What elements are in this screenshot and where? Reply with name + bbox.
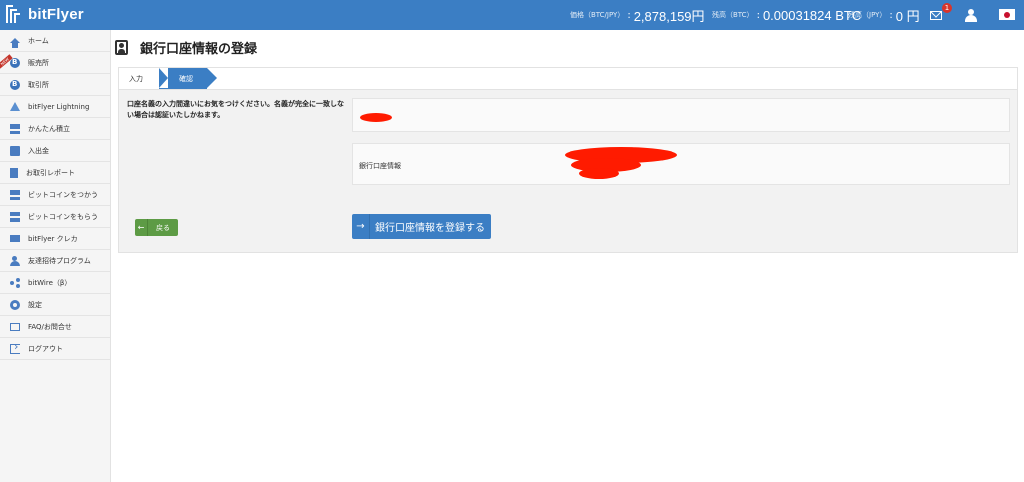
sidebar-item-label: ログアウト xyxy=(28,344,63,353)
bitcoin-icon xyxy=(10,57,20,68)
bank-info-label: 銀行口座情報 xyxy=(359,162,401,170)
sidebar-item-label: FAQ/お問合せ xyxy=(28,322,72,331)
bitflyer-logo-icon xyxy=(6,5,24,23)
sidebar-item-savings[interactable]: かんたん積立 xyxy=(0,118,110,140)
savings-icon xyxy=(10,123,20,134)
notification-badge: 1 xyxy=(942,3,952,13)
btc-balance-separator: : xyxy=(756,9,760,21)
arrow-right-icon: → xyxy=(352,214,370,239)
bank-info-field: 銀行口座情報 xyxy=(352,143,1010,185)
sidebar-item-label: bitWire（β） xyxy=(28,278,72,287)
lightning-icon xyxy=(10,102,20,111)
sidebar-item-home[interactable]: ホーム xyxy=(0,30,110,52)
japan-flag-icon[interactable] xyxy=(999,9,1015,20)
sidebar-item-label: 設定 xyxy=(28,300,42,309)
step-confirm-active: 確認 xyxy=(159,68,217,89)
name-warning-notice: 口座名義の入力間違いにお気をつけください。名義が完全に一致しない場合は認証いたし… xyxy=(127,100,344,119)
credit-card-icon xyxy=(10,235,20,242)
price-separator: : xyxy=(627,9,631,21)
top-header: bitFlyer 価格（BTC/JPY） : 2,878,159円 残高（BTC… xyxy=(0,0,1024,30)
page-title: 銀行口座情報の登録 xyxy=(140,42,258,57)
page-header: 銀行口座情報の登録 xyxy=(115,38,257,57)
sidebar-item-faq[interactable]: FAQ/お問合せ xyxy=(0,316,110,338)
sidebar-item-sales[interactable]: NEW 販売所 xyxy=(0,52,110,74)
sidebar-item-spend-bitcoin[interactable]: ビットコインをつかう xyxy=(0,184,110,206)
sidebar-item-label: ビットコインをつかう xyxy=(28,190,98,199)
bitflyer-logo[interactable]: bitFlyer xyxy=(6,5,84,23)
mail-icon xyxy=(10,322,20,331)
sidebar-item-invite[interactable]: 友達招待プログラム xyxy=(0,250,110,272)
app-name: bitFlyer xyxy=(28,5,84,23)
gift-icon xyxy=(10,211,20,222)
sidebar-item-label: ビットコインをもらう xyxy=(28,212,98,221)
sidebar-item-label: お取引レポート xyxy=(26,168,75,177)
sidebar-item-label: かんたん積立 xyxy=(28,124,70,133)
report-icon xyxy=(10,167,18,178)
btc-balance-value: 0.00031824 BTC xyxy=(762,7,862,23)
mail-icon[interactable] xyxy=(930,11,942,20)
step-input: 入力 xyxy=(129,75,143,83)
step-confirm-label: 確認 xyxy=(179,75,193,83)
register-button-label: 銀行口座情報を登録する xyxy=(375,223,485,234)
deposit-icon xyxy=(10,145,20,156)
sidebar-item-logout[interactable]: ログアウト xyxy=(0,338,110,360)
sidebar-item-label: bitFlyer Lightning xyxy=(28,102,90,111)
sidebar-item-label: ホーム xyxy=(28,36,49,45)
user-icon[interactable] xyxy=(965,9,977,22)
contact-card-icon xyxy=(115,40,128,55)
logout-icon xyxy=(10,340,20,354)
sidebar-item-label: 友達招待プログラム xyxy=(28,256,91,265)
price-label: 価格（BTC/JPY） xyxy=(570,11,625,19)
back-button-label: 戻る xyxy=(156,223,170,232)
btc-balance-label: 残高（BTC） xyxy=(712,11,754,19)
home-icon xyxy=(10,38,20,48)
btc-balance-display: 残高（BTC） : 0.00031824 BTC xyxy=(712,0,861,30)
cart-icon xyxy=(10,189,20,200)
price-display: 価格（BTC/JPY） : 2,878,159円 xyxy=(570,0,705,30)
arrow-left-icon: ← xyxy=(135,219,148,236)
invite-icon xyxy=(10,255,20,266)
sidebar-item-earn-bitcoin[interactable]: ビットコインをもらう xyxy=(0,206,110,228)
sidebar-item-label: 入出金 xyxy=(28,146,49,155)
bitcoin-icon xyxy=(10,79,20,90)
step-indicator: 入力 確認 xyxy=(118,67,1018,89)
sidebar-item-label: 販売所 xyxy=(28,58,49,67)
jpy-balance-value: 0 円 xyxy=(895,8,920,24)
jpy-balance-label: 残高（JPY） xyxy=(848,11,887,19)
sidebar-item-credit-card[interactable]: bitFlyer クレカ xyxy=(0,228,110,250)
confirm-panel: 口座名義の入力間違いにお気をつけください。名義が完全に一致しない場合は認証いたし… xyxy=(118,89,1018,253)
jpy-balance-display: 残高（JPY） : 0 円 xyxy=(848,0,920,30)
sidebar-item-report[interactable]: お取引レポート xyxy=(0,162,110,184)
register-bank-button[interactable]: → 銀行口座情報を登録する xyxy=(352,214,491,239)
share-icon xyxy=(10,277,20,288)
redaction-mark xyxy=(360,113,392,122)
back-button[interactable]: ← 戻る xyxy=(135,219,178,236)
redaction-mark xyxy=(579,168,619,179)
sidebar-item-deposit[interactable]: 入出金 xyxy=(0,140,110,162)
price-value: 2,878,159円 xyxy=(633,8,705,24)
gear-icon xyxy=(10,299,20,310)
sidebar-item-bitwire[interactable]: bitWire（β） xyxy=(0,272,110,294)
sidebar-item-lightning[interactable]: bitFlyer Lightning xyxy=(0,96,110,118)
sidebar-item-exchange[interactable]: 取引所 xyxy=(0,74,110,96)
sidebar-item-label: 取引所 xyxy=(28,80,49,89)
sidebar-item-settings[interactable]: 設定 xyxy=(0,294,110,316)
sidebar-item-label: bitFlyer クレカ xyxy=(28,234,78,243)
sidebar: ホーム NEW 販売所 取引所 bitFlyer Lightning かんたん積… xyxy=(0,30,111,482)
jpy-balance-separator: : xyxy=(889,9,893,21)
account-holder-field xyxy=(352,98,1010,132)
